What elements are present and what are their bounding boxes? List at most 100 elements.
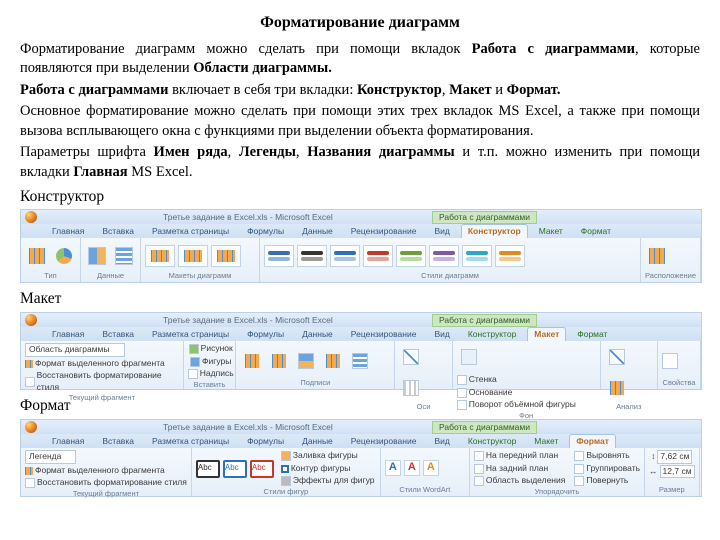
height-input[interactable]: ↕ 7,62 см (651, 450, 692, 463)
chart-style-thumb[interactable] (330, 245, 360, 267)
tab-home[interactable]: Главная (45, 224, 91, 238)
tab-formulas[interactable]: Формулы (240, 434, 291, 448)
selection-combo[interactable]: Область диаграммы (25, 343, 125, 356)
legend-button[interactable] (294, 347, 318, 375)
data-table-button[interactable] (348, 347, 372, 375)
tab-format[interactable]: Формат (569, 434, 616, 448)
tab-view[interactable]: Вид (427, 434, 456, 448)
chart-layout-thumb[interactable] (211, 245, 241, 267)
chart-style-thumb[interactable] (264, 245, 294, 267)
tab-home[interactable]: Главная (45, 327, 91, 341)
tab-strip: Главная Вставка Разметка страницы Формул… (21, 224, 701, 238)
group-data: Данные (81, 238, 141, 282)
shape-style-thumb[interactable]: Abc (250, 460, 274, 478)
wordart-thumb[interactable]: A (385, 460, 401, 476)
save-template-button[interactable] (52, 242, 76, 270)
send-back-button[interactable]: На задний план (474, 463, 565, 474)
tab-format[interactable]: Формат (570, 327, 614, 341)
chart-style-thumb[interactable] (495, 245, 525, 267)
group-arrange: На передний план На задний план Область … (470, 448, 645, 496)
tab-pagelayout[interactable]: Разметка страницы (145, 224, 236, 238)
tab-formulas[interactable]: Формулы (240, 224, 291, 238)
office-button-icon[interactable] (25, 211, 37, 223)
axis-titles-button[interactable] (267, 347, 291, 375)
tab-maket[interactable]: Макет (527, 327, 566, 341)
tab-review[interactable]: Рецензирование (344, 327, 424, 341)
align-button[interactable]: Выровнять (574, 450, 640, 461)
group-analysis: Анализ (601, 341, 658, 389)
trendline-button[interactable] (605, 343, 629, 371)
paragraph-2: Работа с диаграммами включает в себя три… (20, 81, 700, 101)
move-chart-button[interactable] (645, 242, 669, 270)
shape-style-thumb[interactable]: Abc (223, 460, 247, 478)
chart-layout-thumb[interactable] (145, 245, 175, 267)
group-axes: Оси (395, 341, 452, 389)
selection-pane-button[interactable]: Область выделения (474, 475, 565, 486)
gridlines-button[interactable] (399, 374, 423, 402)
change-chart-type-button[interactable] (25, 242, 49, 270)
tab-insert[interactable]: Вставка (95, 434, 141, 448)
updown-bars-button[interactable] (605, 374, 629, 402)
tab-view[interactable]: Вид (427, 327, 456, 341)
format-selection-button[interactable]: Формат выделенного фрагмента (25, 465, 165, 476)
group-button[interactable]: Группировать (574, 463, 640, 474)
plot-area-button[interactable] (457, 343, 481, 371)
tab-formulas[interactable]: Формулы (240, 327, 291, 341)
tab-pagelayout[interactable]: Разметка страницы (145, 327, 236, 341)
chart-style-thumb[interactable] (363, 245, 393, 267)
chart-title-button[interactable] (240, 347, 264, 375)
chart-style-thumb[interactable] (462, 245, 492, 267)
format-selection-button[interactable]: Формат выделенного фрагмента (25, 358, 165, 369)
tab-review[interactable]: Рецензирование (344, 224, 424, 238)
insert-textbox-button[interactable]: Надпись (188, 368, 234, 379)
wordart-thumb[interactable]: A (423, 460, 439, 476)
office-button-icon[interactable] (25, 421, 37, 433)
tab-maket[interactable]: Макет (527, 434, 565, 448)
chart-wall-button[interactable]: Стенка (457, 374, 576, 385)
group-shape-styles: Abc Abc Abc Заливка фигуры Контур фигуры… (192, 448, 381, 496)
tab-data[interactable]: Данные (295, 434, 340, 448)
chart-layout-thumb[interactable] (178, 245, 208, 267)
insert-shapes-button[interactable]: Фигуры (190, 356, 231, 367)
rotate-3d-button[interactable]: Поворот объёмной фигуры (457, 399, 576, 410)
wordart-thumb[interactable]: A (404, 460, 420, 476)
properties-icon[interactable] (662, 353, 678, 369)
chart-style-thumb[interactable] (297, 245, 327, 267)
chart-floor-button[interactable]: Основание (457, 387, 576, 398)
select-data-button[interactable] (112, 242, 136, 270)
shape-effects-button[interactable]: Эффекты для фигур (281, 475, 375, 486)
insert-picture-button[interactable]: Рисунок (189, 343, 233, 354)
reset-style-button[interactable]: Восстановить форматирование стиля (25, 370, 179, 393)
data-labels-button[interactable] (321, 347, 345, 375)
shape-outline-button[interactable]: Контур фигуры (281, 463, 375, 474)
tab-designer[interactable]: Конструктор (461, 434, 523, 448)
tab-data[interactable]: Данные (295, 327, 340, 341)
office-button-icon[interactable] (25, 314, 37, 326)
tab-format[interactable]: Формат (574, 224, 618, 238)
group-chart-layouts: Макеты диаграмм (141, 238, 260, 282)
tab-designer[interactable]: Конструктор (461, 224, 528, 238)
chart-style-thumb[interactable] (429, 245, 459, 267)
width-input[interactable]: ↔ 12,7 см (649, 465, 695, 478)
tab-home[interactable]: Главная (45, 434, 91, 448)
group-current-selection: Легенда Формат выделенного фрагмента Вос… (21, 448, 192, 496)
switch-row-col-button[interactable] (85, 242, 109, 270)
tab-maket[interactable]: Макет (532, 224, 570, 238)
tab-pagelayout[interactable]: Разметка страницы (145, 434, 236, 448)
tab-insert[interactable]: Вставка (95, 224, 141, 238)
page-title: Форматирование диаграмм (20, 12, 700, 34)
tab-view[interactable]: Вид (427, 224, 456, 238)
bring-front-button[interactable]: На передний план (474, 450, 565, 461)
selection-combo[interactable]: Легенда (25, 450, 76, 463)
window-title: Третье задание в Excel.xls - Microsoft E… (163, 212, 333, 223)
rotate-button[interactable]: Повернуть (574, 475, 640, 486)
reset-style-button[interactable]: Восстановить форматирование стиля (25, 477, 187, 488)
chart-style-thumb[interactable] (396, 245, 426, 267)
axes-button[interactable] (399, 343, 423, 371)
shape-fill-button[interactable]: Заливка фигуры (281, 450, 375, 461)
tab-review[interactable]: Рецензирование (344, 434, 424, 448)
tab-designer[interactable]: Конструктор (461, 327, 523, 341)
shape-style-thumb[interactable]: Abc (196, 460, 220, 478)
tab-insert[interactable]: Вставка (95, 327, 141, 341)
tab-data[interactable]: Данные (295, 224, 340, 238)
